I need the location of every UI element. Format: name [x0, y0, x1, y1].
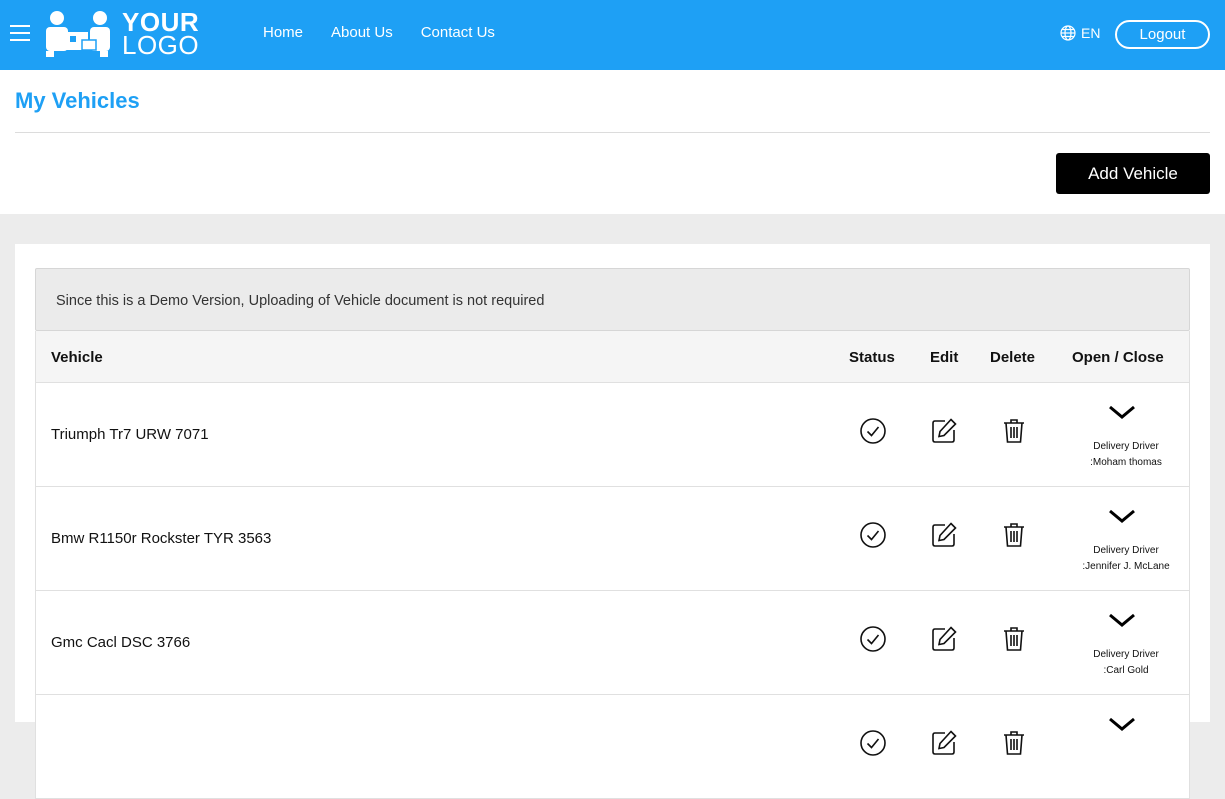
logo-text-line2: LOGO: [122, 30, 200, 60]
check-circle-icon[interactable]: [859, 729, 887, 757]
driver-name: :Carl Gold: [1103, 665, 1149, 676]
vehicles-table: Vehicle Status Edit Delete Open / Close …: [35, 331, 1190, 799]
edit-icon[interactable]: [930, 729, 958, 757]
table-row: Triumph Tr7 URW 7071 Delivery Driver :Mo…: [36, 383, 1189, 487]
column-header-open-close: Open / Close: [1072, 349, 1164, 366]
page-header: My Vehicles Add Vehicle: [0, 70, 1225, 214]
table-row: [36, 695, 1189, 799]
logo[interactable]: YOUR LOGO: [44, 9, 200, 60]
trash-icon[interactable]: [1000, 521, 1028, 549]
driver-name: :Jennifer J. McLane: [1082, 561, 1170, 572]
vehicles-card: Since this is a Demo Version, Uploading …: [15, 244, 1210, 799]
delivery-driver-info: Delivery Driver :Carl Gold: [1066, 647, 1186, 679]
nav-about-us[interactable]: About Us: [331, 24, 393, 41]
vehicle-name: Triumph Tr7 URW 7071: [51, 426, 209, 443]
vehicle-name: Bmw R1150r Rockster TYR 3563: [51, 530, 272, 547]
edit-icon[interactable]: [930, 625, 958, 653]
chevron-down-icon[interactable]: [1108, 611, 1136, 629]
column-header-edit: Edit: [930, 349, 959, 366]
check-circle-icon[interactable]: [859, 417, 887, 445]
check-circle-icon[interactable]: [859, 625, 887, 653]
table-header: Vehicle Status Edit Delete Open / Close: [36, 331, 1189, 383]
chevron-down-icon[interactable]: [1108, 403, 1136, 421]
table-row: Bmw R1150r Rockster TYR 3563 Delivery Dr…: [36, 487, 1189, 591]
logout-button[interactable]: Logout: [1115, 20, 1210, 49]
column-header-vehicle: Vehicle: [51, 349, 103, 366]
delivery-driver-info: Delivery Driver :Jennifer J. McLane: [1066, 543, 1186, 575]
check-circle-icon[interactable]: [859, 521, 887, 549]
delivery-logo-icon: [46, 11, 110, 57]
language-label: EN: [1081, 25, 1101, 41]
column-header-status: Status: [849, 349, 895, 366]
table-row: Gmc Cacl DSC 3766 Delivery Driver :Carl …: [36, 591, 1189, 695]
edit-icon[interactable]: [930, 417, 958, 445]
chevron-down-icon[interactable]: [1108, 507, 1136, 525]
driver-label: Delivery Driver: [1093, 649, 1159, 660]
driver-name: :Moham thomas: [1090, 457, 1162, 468]
vehicle-name: Gmc Cacl DSC 3766: [51, 634, 191, 651]
add-vehicle-button[interactable]: Add Vehicle: [1056, 153, 1210, 194]
divider: [15, 132, 1210, 133]
trash-icon[interactable]: [1000, 729, 1028, 757]
hamburger-menu-icon[interactable]: [10, 25, 30, 43]
nav-home[interactable]: Home: [263, 24, 303, 41]
top-navbar: YOUR LOGO Home About Us Contact Us EN Lo…: [0, 0, 1225, 70]
delivery-driver-info: Delivery Driver :Moham thomas: [1066, 439, 1186, 471]
nav-contact-us[interactable]: Contact Us: [421, 24, 495, 41]
globe-icon: [1060, 25, 1076, 41]
edit-icon[interactable]: [930, 521, 958, 549]
page-title: My Vehicles: [15, 88, 140, 113]
trash-icon[interactable]: [1000, 417, 1028, 445]
trash-icon[interactable]: [1000, 625, 1028, 653]
demo-notice: Since this is a Demo Version, Uploading …: [35, 268, 1190, 331]
language-selector[interactable]: EN: [1060, 25, 1100, 41]
main-nav: Home About Us Contact Us: [263, 24, 523, 41]
driver-label: Delivery Driver: [1093, 545, 1159, 556]
chevron-down-icon[interactable]: [1108, 715, 1136, 733]
driver-label: Delivery Driver: [1093, 441, 1159, 452]
column-header-delete: Delete: [990, 349, 1036, 366]
